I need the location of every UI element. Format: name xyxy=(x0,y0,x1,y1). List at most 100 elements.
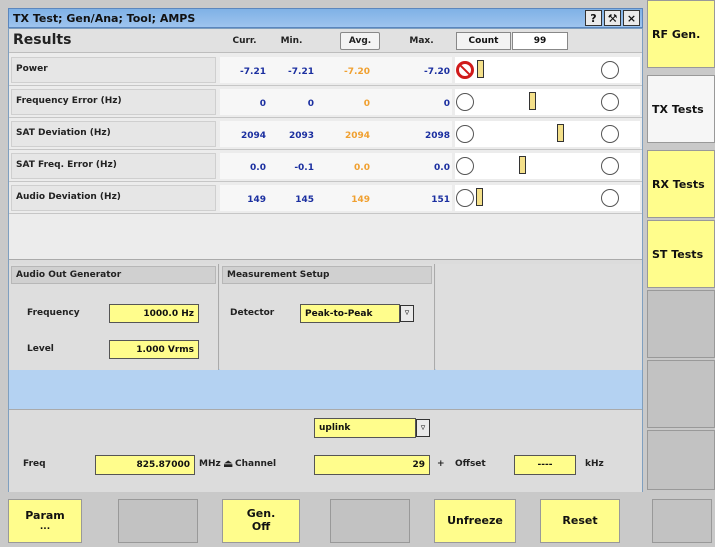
channel-field[interactable]: 29 xyxy=(314,455,430,475)
value-avg: 2094 xyxy=(344,131,370,141)
level-field[interactable]: 1.000 Vrms xyxy=(109,340,199,359)
gen-off-button[interactable]: Gen. Off xyxy=(222,499,300,543)
meas-setup-title: Measurement Setup xyxy=(222,266,432,284)
limit-bar xyxy=(455,121,640,147)
result-row-frequency-error: Frequency Error (Hz) 0 0 0 0 xyxy=(9,86,642,118)
upper-limit-icon xyxy=(601,157,619,175)
level-label: Level xyxy=(27,344,54,354)
value-avg: 0.0 xyxy=(354,163,370,173)
screen: TX Test; Gen/Ana; Tool; AMPS ? ⚒ × Resul… xyxy=(0,0,715,547)
row-label: SAT Freq. Error (Hz) xyxy=(11,153,216,179)
limit-bar xyxy=(455,89,640,115)
value-curr: 0 xyxy=(259,99,266,109)
side-button-tx-tests[interactable]: TX Tests xyxy=(647,75,715,143)
value-avg: 149 xyxy=(351,195,370,205)
detector-select[interactable]: Peak-to-Peak xyxy=(300,304,400,323)
channel-lock-icon[interactable]: ⏏ xyxy=(223,457,233,470)
side-button-rx-tests[interactable]: RX Tests xyxy=(647,150,715,218)
offset-label: Offset xyxy=(455,459,486,469)
row-values: 149 145 149 151 xyxy=(220,185,452,211)
side-button-7[interactable] xyxy=(647,430,715,490)
limit-bar xyxy=(455,185,640,211)
results-title: Results xyxy=(13,32,72,48)
side-button-6[interactable] xyxy=(647,360,715,428)
lower-limit-icon xyxy=(456,157,474,175)
count-label[interactable]: Count xyxy=(456,32,511,50)
softkey-7[interactable] xyxy=(652,499,712,543)
value-avg: -7.20 xyxy=(344,67,370,77)
gen-sub: Off xyxy=(251,520,271,533)
col-max: Max. xyxy=(409,36,434,46)
param-button[interactable]: Param ... xyxy=(8,499,82,543)
results-table: Results Curr. Min. Avg. Max. Count 99 Po… xyxy=(9,29,642,259)
row-values: 2094 2093 2094 2098 xyxy=(220,121,452,147)
empty-panel xyxy=(436,264,642,370)
side-button-st-tests[interactable]: ST Tests xyxy=(647,220,715,288)
col-curr: Curr. xyxy=(232,36,257,46)
count-value[interactable]: 99 xyxy=(512,32,568,50)
audio-gen-title: Audio Out Generator xyxy=(11,266,216,284)
value-min: -7.21 xyxy=(288,67,314,77)
close-icon[interactable]: × xyxy=(623,10,640,26)
row-label: Frequency Error (Hz) xyxy=(11,89,216,115)
help-icon[interactable]: ? xyxy=(585,10,602,26)
row-label: SAT Deviation (Hz) xyxy=(11,121,216,147)
softkey-4[interactable] xyxy=(330,499,410,543)
limit-bar xyxy=(455,153,640,179)
col-min: Min. xyxy=(280,36,303,46)
channel-label: Channel xyxy=(235,459,277,469)
upper-limit-icon xyxy=(601,189,619,207)
param-label: Param xyxy=(25,508,65,522)
row-values: 0.0 -0.1 0.0 0.0 xyxy=(220,153,452,179)
measurement-setup: Measurement Setup Detector Peak-to-Peak … xyxy=(220,264,435,370)
settings-panels: Audio Out Generator Frequency 1000.0 Hz … xyxy=(9,259,642,370)
upper-limit-icon xyxy=(601,125,619,143)
value-max: 0.0 xyxy=(434,163,450,173)
tool-icon[interactable]: ⚒ xyxy=(604,10,621,26)
freq-unit: MHz xyxy=(199,459,221,469)
frequency-panel: uplink ▿ Freq 825.87000 MHz ⏏ Channel 29… xyxy=(9,409,642,492)
bar-marker xyxy=(529,92,536,110)
results-header: Results Curr. Min. Avg. Max. Count 99 xyxy=(9,29,642,53)
result-row-audio-deviation: Audio Deviation (Hz) 149 145 149 151 xyxy=(9,182,642,214)
plus-sign: + xyxy=(437,459,445,469)
lower-limit-icon xyxy=(456,125,474,143)
side-button-rf-gen[interactable]: RF Gen. xyxy=(647,0,715,68)
result-row-power: Power -7.21 -7.21 -7.20 -7.20 xyxy=(9,54,642,86)
reset-button[interactable]: Reset xyxy=(540,499,620,543)
freq-field[interactable]: 825.87000 xyxy=(95,455,195,475)
col-avg-button[interactable]: Avg. xyxy=(340,32,380,50)
value-curr: 149 xyxy=(247,195,266,205)
link-select[interactable]: uplink xyxy=(314,418,416,438)
frequency-field[interactable]: 1000.0 Hz xyxy=(109,304,199,323)
value-min: 145 xyxy=(295,195,314,205)
window-title: TX Test; Gen/Ana; Tool; AMPS xyxy=(13,11,196,25)
link-dropdown-arrow-icon[interactable]: ▿ xyxy=(416,419,430,437)
row-values: 0 0 0 0 xyxy=(220,89,452,115)
lower-limit-icon xyxy=(456,93,474,111)
result-row-sat-deviation: SAT Deviation (Hz) 2094 2093 2094 2098 xyxy=(9,118,642,150)
softkey-2[interactable] xyxy=(118,499,198,543)
result-row-sat-freq-error: SAT Freq. Error (Hz) 0.0 -0.1 0.0 0.0 xyxy=(9,150,642,182)
row-label: Power xyxy=(11,57,216,83)
bar-marker xyxy=(519,156,526,174)
bar-marker xyxy=(476,188,483,206)
value-avg: 0 xyxy=(363,99,370,109)
value-curr: -7.21 xyxy=(240,67,266,77)
value-min: -0.1 xyxy=(294,163,314,173)
value-min: 2093 xyxy=(288,131,314,141)
limit-fail-icon xyxy=(456,61,474,79)
lower-limit-icon xyxy=(456,189,474,207)
value-max: -7.20 xyxy=(424,67,450,77)
offset-field[interactable]: ---- xyxy=(514,455,576,475)
main-panel: Results Curr. Min. Avg. Max. Count 99 Po… xyxy=(8,28,643,492)
dropdown-arrow-icon[interactable]: ▿ xyxy=(400,305,414,322)
upper-limit-icon xyxy=(601,93,619,111)
unfreeze-button[interactable]: Unfreeze xyxy=(434,499,516,543)
limit-bar xyxy=(455,57,640,83)
frequency-label: Frequency xyxy=(27,308,80,318)
upper-limit-icon xyxy=(601,61,619,79)
side-button-5[interactable] xyxy=(647,290,715,358)
detector-label: Detector xyxy=(230,308,275,318)
offset-unit: kHz xyxy=(585,459,604,469)
